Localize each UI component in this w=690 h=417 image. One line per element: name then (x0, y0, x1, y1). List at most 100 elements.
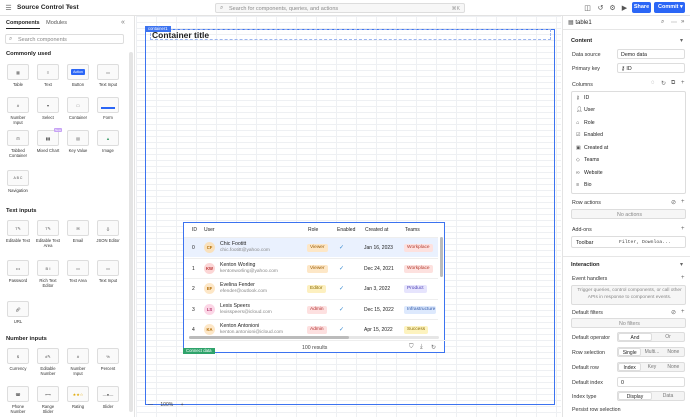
component-key-value[interactable]: ▤ Key Value (66, 130, 90, 153)
component-text[interactable]: ≡ Text (36, 64, 60, 87)
column-item-id[interactable]: ⚷ ID (576, 95, 589, 101)
component-rich-text-editor[interactable]: B I Rich Text Editor (36, 260, 60, 288)
chevron-down-icon[interactable]: ▾ (680, 261, 683, 268)
debug-icon[interactable]: ◫ (583, 3, 592, 12)
component-text-input[interactable]: ▭ Text Input (96, 64, 120, 87)
component-password[interactable]: ••• Password (6, 260, 30, 283)
component-image[interactable]: ▲ Image (96, 130, 120, 153)
component-number-input-2[interactable]: # Number Input (66, 348, 90, 376)
default-row-toggle[interactable]: Index Key None (617, 362, 685, 372)
component-button[interactable]: Action Button (66, 64, 90, 87)
tab-modules[interactable]: Modules (46, 20, 67, 28)
more-icon[interactable]: ⋯ (671, 19, 677, 26)
index-type-data[interactable]: Data (652, 392, 684, 400)
table-row[interactable]: 3 LS Lexis Speers lexisspeers@icloud.com Adm… (184, 298, 438, 319)
default-operator-toggle[interactable]: And Or (617, 332, 685, 342)
commit-button[interactable]: Commit ▾ (654, 2, 685, 13)
filter-icon[interactable]: ⛉ (409, 344, 414, 351)
refresh-icon[interactable]: ↻ (431, 344, 436, 351)
operator-or[interactable]: Or (652, 333, 684, 341)
add-icon[interactable]: + (681, 275, 685, 281)
row-selection-toggle[interactable]: Single Multi... None (617, 347, 685, 357)
operator-and[interactable]: And (618, 333, 652, 341)
column-item-user[interactable]: 👤︎User (576, 107, 595, 113)
copy-icon[interactable]: ⧉ (671, 80, 675, 87)
default-row-key[interactable]: Key (641, 363, 662, 371)
play-icon[interactable]: ▶ (620, 3, 629, 12)
index-type-display[interactable]: Display (618, 392, 652, 400)
add-icon[interactable]: + (681, 309, 685, 315)
column-header-role[interactable]: Role (308, 227, 318, 233)
column-header-enabled[interactable]: Enabled (337, 227, 355, 233)
column-header-id[interactable]: ID (192, 227, 197, 233)
table-row[interactable]: 1 KW Kenton Worling kentonworling@yahoo.com… (184, 257, 438, 278)
column-header-created-at[interactable]: Created at (365, 227, 388, 233)
add-icon[interactable]: + (681, 226, 685, 232)
connect-data-tag[interactable]: Connect data (183, 348, 215, 354)
download-icon[interactable]: ⤓ (420, 344, 423, 351)
column-header-teams[interactable]: Teams (405, 227, 420, 233)
component-slider[interactable]: —●— Slider (96, 386, 120, 409)
default-row-none[interactable]: None (663, 363, 684, 371)
component-range-slider[interactable]: ⟷ Range Slider (36, 386, 60, 414)
primary-key-select[interactable]: ⚷ ID (617, 63, 685, 73)
container-title[interactable]: Container title (152, 30, 209, 40)
component-text-input-2[interactable]: ▭ Text Input (96, 260, 120, 283)
selection-none[interactable]: None (663, 348, 684, 356)
collapse-panel-icon[interactable]: « (121, 19, 125, 26)
refresh-icon[interactable]: ↻ (661, 80, 666, 87)
horizontal-scrollbar[interactable] (189, 336, 439, 339)
component-json-editor[interactable]: {} JSON Editor (96, 220, 120, 243)
component-name[interactable]: table1 (575, 20, 591, 26)
table-row[interactable]: 0 CF Chic Footitt chic.footitt@yahoo.com Vie… (184, 237, 438, 257)
component-mixed-chart[interactable]: ▮▮ New Mixed Chart (36, 128, 62, 153)
zoom-level[interactable]: 100% (160, 402, 173, 408)
panel-scrollbar[interactable] (129, 52, 133, 412)
default-index-input[interactable]: 0 (617, 377, 685, 387)
component-editable-text-area[interactable]: T✎ Editable Text Area (36, 220, 60, 248)
zoom-out-icon[interactable]: — (148, 402, 153, 408)
column-item-created-at[interactable]: ▣ Created at (576, 145, 608, 151)
default-row-index[interactable]: Index (618, 363, 642, 371)
column-item-teams[interactable]: ◇ Teams (576, 157, 599, 163)
column-item-role[interactable]: ⌂ Role (576, 120, 595, 126)
add-column-icon[interactable]: + (681, 80, 685, 86)
column-item-bio[interactable]: ≡ Bio (576, 182, 592, 188)
hide-icon[interactable]: ◌ (651, 80, 655, 86)
component-tabbed-container[interactable]: ⊟ Tabbed Container (6, 130, 30, 158)
column-item-website[interactable]: ∞ Website (576, 170, 603, 176)
settings-icon[interactable]: ⚙ (608, 3, 617, 12)
component-editable-number[interactable]: #✎ Editable Number (36, 348, 60, 376)
component-container[interactable]: □ Container (66, 97, 90, 120)
component-rating[interactable]: ★★☆ Rating (66, 386, 90, 409)
component-text-area[interactable]: ▭ Text Area (66, 260, 90, 283)
index-type-toggle[interactable]: Display Data (617, 391, 685, 401)
vertical-scrollbar[interactable] (440, 237, 443, 277)
section-content[interactable]: Content (571, 38, 592, 44)
global-search-input[interactable]: ⌕ Search for components, queries, and ac… (215, 3, 465, 13)
component-navigation[interactable]: A B C Navigation (6, 170, 30, 193)
table-row[interactable]: 2 EF Evelina Fender efender@outlook.com Edit… (184, 278, 438, 298)
selection-multi[interactable]: Multi... (641, 348, 662, 356)
table1[interactable]: ID User Role Enabled Created at Teams 0 C… (183, 222, 446, 353)
section-interaction[interactable]: Interaction (571, 262, 600, 268)
component-url[interactable]: 🔗︎ URL (6, 301, 30, 324)
selection-single[interactable]: Single (618, 348, 642, 356)
history-icon[interactable]: ↺ (596, 3, 605, 12)
component-email[interactable]: ✉ Email (66, 220, 90, 243)
collapse-panel-icon[interactable]: » (681, 19, 684, 25)
component-phone-number[interactable]: ☎ Phone Number (6, 386, 30, 414)
component-table[interactable]: ▦ Table (6, 64, 30, 87)
toolbar-addon[interactable]: Toolbar Filter, Downloa... (571, 236, 686, 248)
app-menu-icon[interactable]: ☰ (4, 3, 13, 12)
link-icon[interactable]: ⊘ (671, 309, 676, 316)
column-header-user[interactable]: User (204, 227, 215, 233)
search-icon[interactable]: ⌕ (661, 19, 664, 26)
component-form[interactable]: Form (96, 97, 120, 120)
zoom-in-icon[interactable]: + (181, 402, 184, 408)
chevron-down-icon[interactable]: ▾ (67, 4, 70, 10)
data-source-select[interactable]: Demo data (617, 49, 685, 59)
add-icon[interactable]: + (681, 199, 685, 205)
component-number-input[interactable]: # Number Input (6, 97, 30, 125)
chevron-down-icon[interactable]: ▾ (680, 37, 683, 44)
